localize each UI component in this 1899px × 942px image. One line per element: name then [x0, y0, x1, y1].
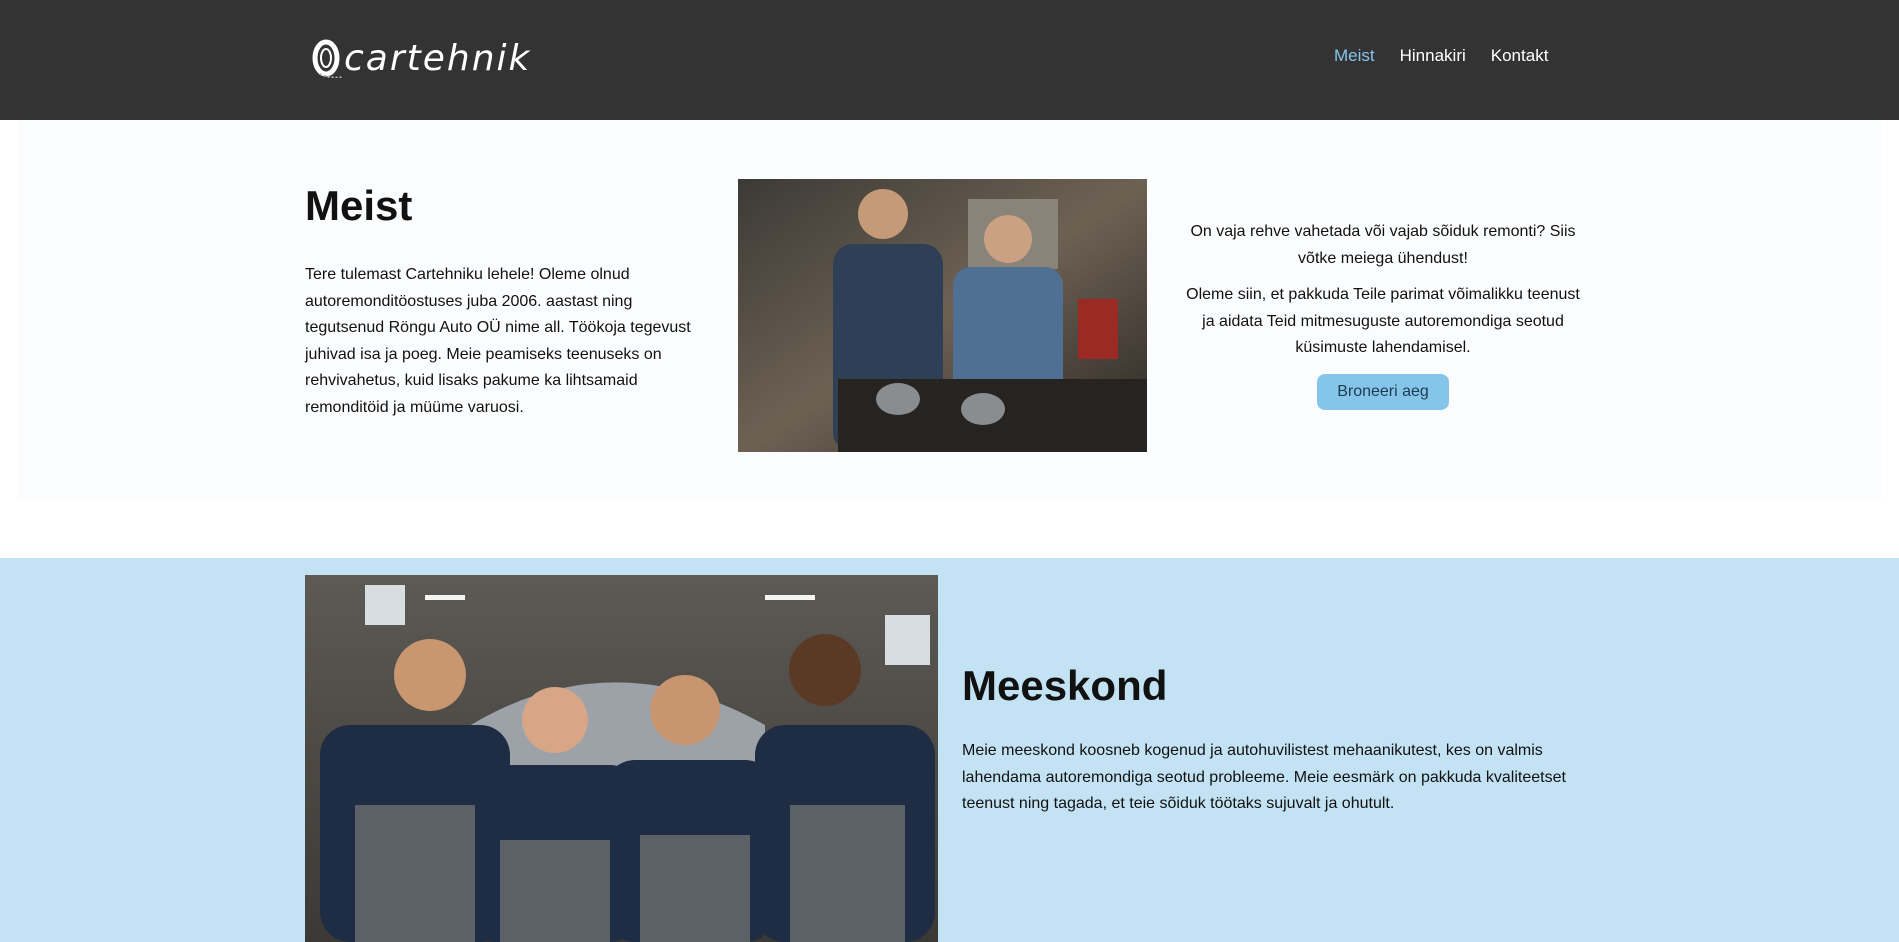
- contact-cta: On vaja rehve vahetada või vajab sõiduk …: [1178, 219, 1588, 410]
- nav-link-hinnakiri[interactable]: Hinnakiri: [1400, 46, 1466, 66]
- nav-link-meist[interactable]: Meist: [1334, 46, 1375, 66]
- site-header: cartehnik Meist Hinnakiri Kontakt: [0, 0, 1899, 120]
- team-photo: [305, 575, 938, 942]
- team-section: Meeskond Meie meeskond koosneb kogenud j…: [0, 558, 1899, 942]
- cta-text-2: Oleme siin, et pakkuda Teile parimat või…: [1186, 286, 1580, 356]
- meist-title: Meist: [305, 182, 413, 229]
- main-nav: Meist Hinnakiri Kontakt: [1334, 46, 1548, 66]
- mechanics-photo: [738, 179, 1147, 452]
- tire-logo-icon: [312, 39, 342, 78]
- site-logo[interactable]: cartehnik: [312, 30, 531, 86]
- cta-text-1: On vaja rehve vahetada või vajab sõiduk …: [1190, 223, 1576, 267]
- book-appointment-button[interactable]: Broneeri aeg: [1317, 373, 1449, 410]
- meist-description: Tere tulemast Cartehniku lehele! Oleme o…: [305, 266, 691, 416]
- team-description: Meie meeskond koosneb kogenud ja autohuv…: [962, 742, 1566, 812]
- nav-link-kontakt[interactable]: Kontakt: [1491, 46, 1549, 66]
- team-title: Meeskond: [962, 662, 1168, 709]
- logo-text: cartehnik: [344, 37, 532, 79]
